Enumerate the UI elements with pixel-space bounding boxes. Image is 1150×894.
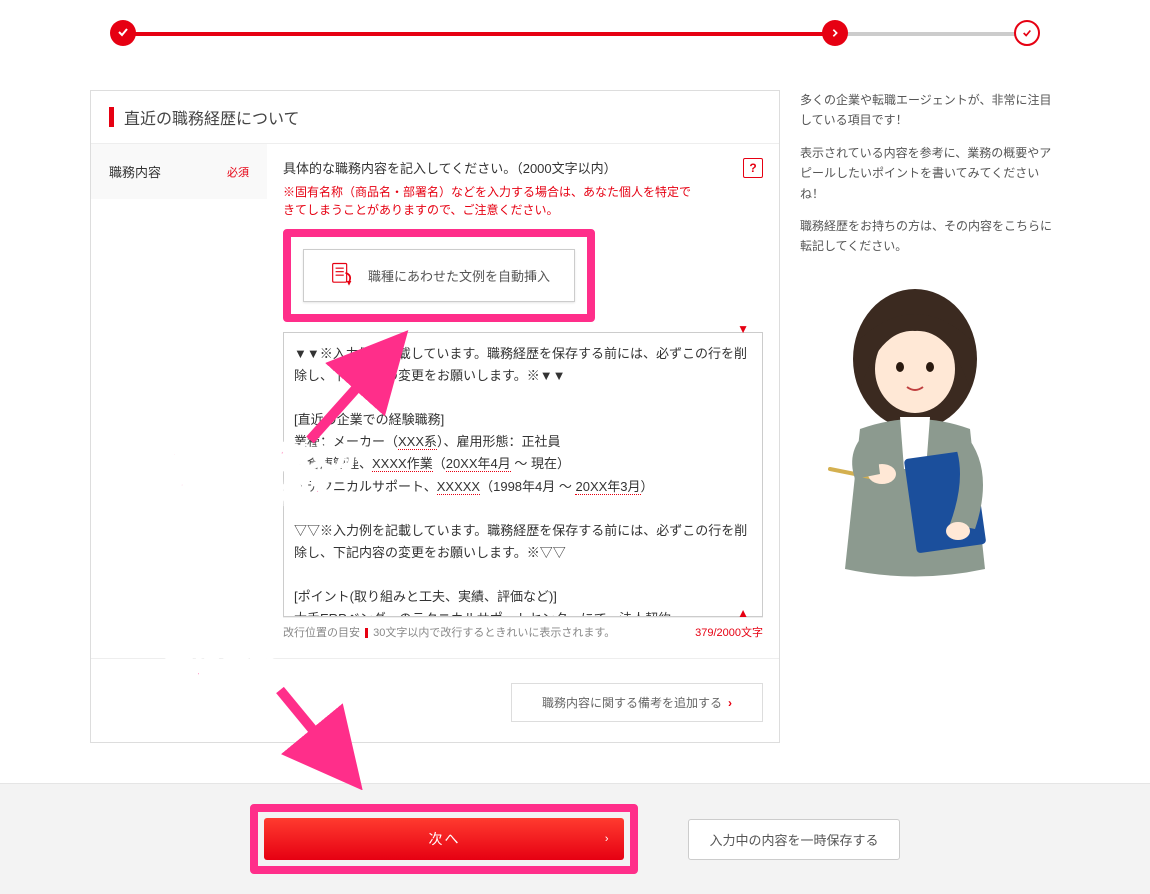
heading-accent xyxy=(109,107,114,127)
highlight-next: 次へ › xyxy=(250,804,638,874)
add-note-button[interactable]: 職務内容に関する備考を追加する › xyxy=(511,683,763,722)
progress-bar xyxy=(110,20,1040,60)
auto-insert-label: 職種にあわせた文例を自動挿入 xyxy=(368,266,550,285)
section-heading: 直近の職務経歴について xyxy=(91,91,779,144)
required-badge: 必須 xyxy=(227,164,249,180)
help-button[interactable]: ? xyxy=(743,158,763,178)
field-label: 職務内容 xyxy=(109,162,161,181)
annotation-arrow-1 xyxy=(300,330,420,450)
marker-icon: ▼ xyxy=(737,322,749,336)
sidebar-tip-1: 多くの企業や転職エージェントが、非常に注目している項目です！ xyxy=(800,90,1060,131)
chevron-right-icon: › xyxy=(728,696,732,710)
field-instruction: 具体的な職務内容を記入してください。（2000文字以内） xyxy=(283,158,691,177)
auto-insert-button[interactable]: 職種にあわせた文例を自動挿入 xyxy=(303,249,575,302)
assistant-illustration xyxy=(800,269,1060,595)
next-label: 次へ xyxy=(428,829,460,849)
progress-step-3 xyxy=(1014,20,1040,46)
progress-step-2 xyxy=(822,20,848,46)
check-icon xyxy=(117,26,129,41)
chevron-right-icon xyxy=(830,26,840,41)
field-label-cell: 職務内容 必須 xyxy=(91,144,267,199)
check-icon xyxy=(1022,26,1032,41)
character-counter: 379/2000文字 xyxy=(695,624,763,640)
sidebar-tip-3: 職務経歴をお持ちの方は、その内容をこちらに転記してください。 xyxy=(800,216,1060,257)
highlight-auto-insert: 職種にあわせた文例を自動挿入 xyxy=(283,229,595,322)
field-warning: ※固有名称（商品名・部署名）などを入力する場合は、あなた個人を特定で きてしまう… xyxy=(283,183,691,219)
marker-icon: ▲ xyxy=(737,606,749,620)
marker-icon xyxy=(365,628,368,638)
annotation-callout-1: これを押すと例文が 自動で入力される xyxy=(110,440,362,513)
progress-fill xyxy=(122,32,847,36)
annotation-arrow-2 xyxy=(270,680,370,790)
section-title: 直近の職務経歴について xyxy=(124,105,300,129)
document-arrow-icon xyxy=(328,260,356,291)
form-panel: 直近の職務経歴について 職務内容 必須 具体的な職務内容を記入してください。（2… xyxy=(90,90,780,743)
add-note-label: 職務内容に関する備考を追加する xyxy=(542,694,722,711)
chevron-right-icon: › xyxy=(605,833,611,845)
save-draft-button[interactable]: 入力中の内容を一時保存する xyxy=(688,819,899,860)
sidebar: 多くの企業や転職エージェントが、非常に注目している項目です！ 表示されている内容… xyxy=(800,90,1060,743)
annotation-callout-2: 次に進む xyxy=(165,650,277,686)
progress-step-1 xyxy=(110,20,136,46)
sidebar-tip-2: 表示されている内容を参考に、業務の概要やアピールしたいポイントを書いてみてくださ… xyxy=(800,143,1060,204)
textarea-footer: 改行位置の目安 30文字以内で改行するときれいに表示されます。 379/2000… xyxy=(283,617,763,644)
